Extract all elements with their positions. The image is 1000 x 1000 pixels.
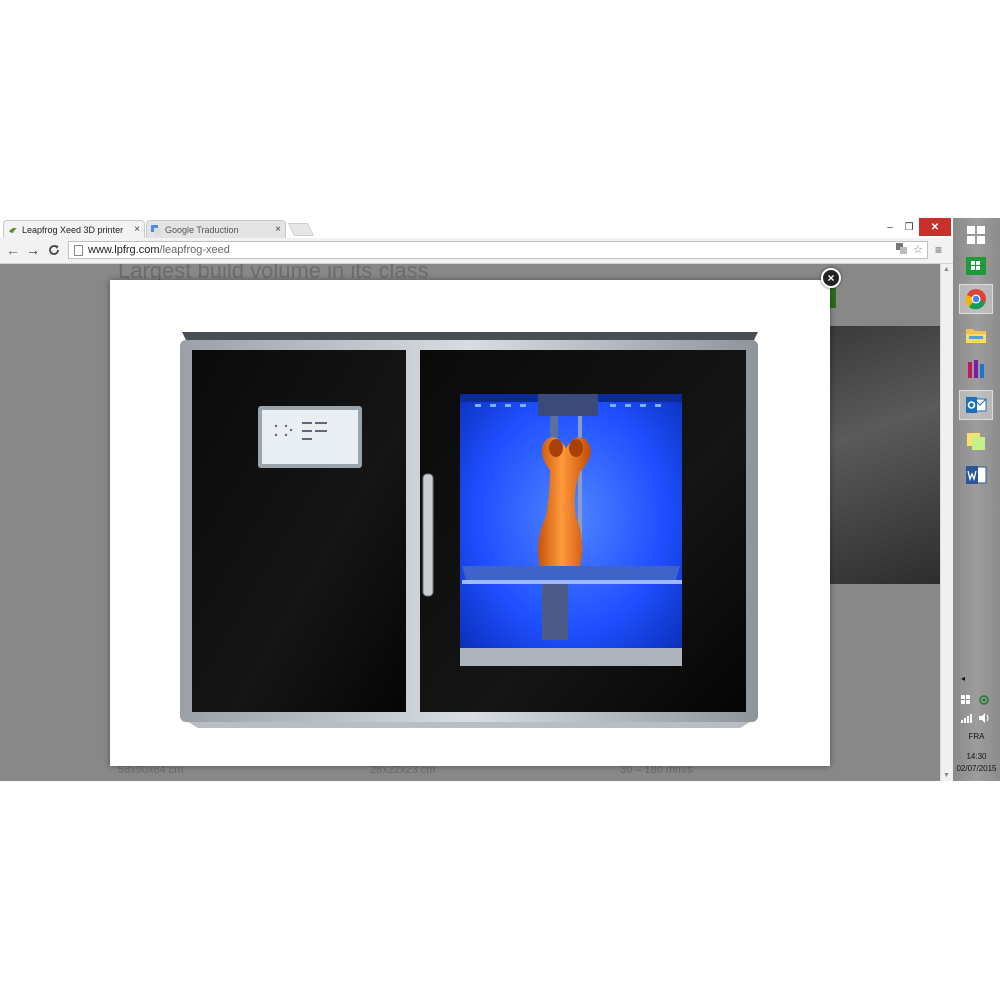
network-icon[interactable] <box>961 710 973 728</box>
restore-button[interactable]: ❐ <box>900 218 918 236</box>
file-explorer-icon[interactable] <box>963 322 989 348</box>
chrome-menu-icon[interactable]: ≡ <box>935 243 942 257</box>
minimize-button[interactable]: – <box>880 218 900 236</box>
scroll-down-icon[interactable]: ▼ <box>943 772 950 779</box>
scroll-up-icon[interactable]: ▲ <box>943 266 950 273</box>
new-tab-button[interactable] <box>287 223 315 236</box>
language-indicator[interactable]: FRA <box>953 732 1000 741</box>
tab-title: Google Traduction <box>165 224 239 235</box>
forward-button[interactable]: → <box>25 242 41 258</box>
tab-leapfrog[interactable]: Leapfrog Xeed 3D printer × <box>3 220 145 238</box>
browser-toolbar: ← → www.lpfrg.com /leapfrog-xeed ☆ ≡ <box>0 238 953 264</box>
system-tray: ◂ FRA 14:30 02/07/2015 <box>953 670 1000 781</box>
tray-expand-icon[interactable]: ◂ <box>961 674 971 683</box>
window-close-button[interactable]: ✕ <box>919 218 951 236</box>
clock-date[interactable]: 02/07/2015 <box>953 764 1000 773</box>
word-icon[interactable] <box>963 462 989 488</box>
sync-icon[interactable] <box>979 692 989 710</box>
lightbox-close-button[interactable]: × <box>821 268 841 288</box>
tab-close-icon[interactable]: × <box>275 224 281 235</box>
url-path: /leapfrog-xeed <box>159 244 230 256</box>
back-button[interactable]: ← <box>5 242 21 258</box>
page-scrollbar[interactable]: ▲ ▼ <box>940 264 953 781</box>
translate-icon[interactable] <box>896 243 908 257</box>
sticky-notes-icon[interactable] <box>963 428 989 454</box>
url-host: www.lpfrg.com <box>88 244 160 256</box>
app-icon[interactable] <box>963 356 989 382</box>
reload-button[interactable] <box>46 242 62 258</box>
printer-product-image <box>180 332 758 728</box>
bookmark-star-icon[interactable]: ☆ <box>913 243 923 257</box>
tab-strip: Leapfrog Xeed 3D printer × Google Traduc… <box>0 218 953 238</box>
volume-icon[interactable] <box>979 710 990 728</box>
tab-title: Leapfrog Xeed 3D printer <box>22 224 124 235</box>
store-icon[interactable] <box>963 252 989 278</box>
lightbox-modal <box>110 280 830 766</box>
leapfrog-favicon-icon <box>8 225 18 235</box>
outlook-icon[interactable] <box>959 390 993 420</box>
windows-start-icon[interactable] <box>963 222 989 248</box>
reload-icon <box>49 245 59 255</box>
page-icon <box>74 244 83 256</box>
background-photo <box>828 326 940 584</box>
action-center-icon[interactable] <box>961 692 971 710</box>
chrome-icon[interactable] <box>959 284 993 314</box>
address-bar[interactable]: www.lpfrg.com /leapfrog-xeed ☆ <box>68 241 928 259</box>
google-translate-favicon-icon <box>151 224 161 235</box>
tab-google-traduction[interactable]: Google Traduction × <box>146 220 286 238</box>
clock-time[interactable]: 14:30 <box>953 752 1000 761</box>
tab-close-icon[interactable]: × <box>134 224 140 235</box>
